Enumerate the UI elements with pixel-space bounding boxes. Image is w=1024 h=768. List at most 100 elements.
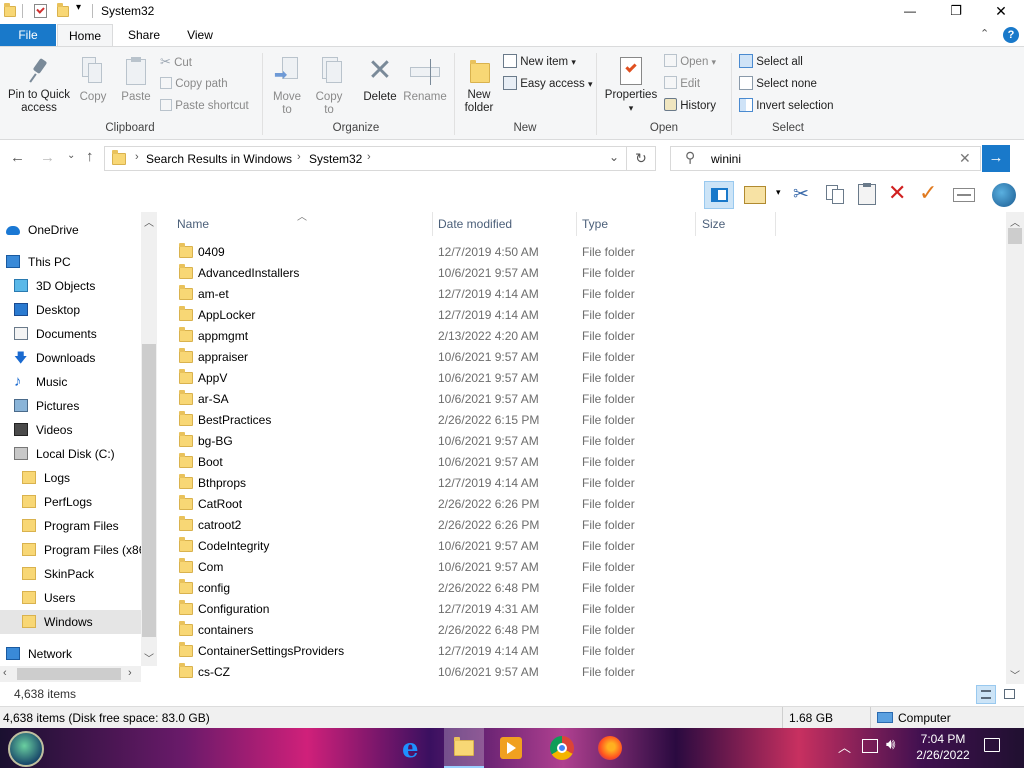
column-header-type[interactable]: Type xyxy=(575,212,695,236)
minimize-button[interactable]: — xyxy=(887,1,933,23)
select-none-button[interactable]: Select none xyxy=(739,74,817,94)
file-explorer-taskbar-button[interactable] xyxy=(444,728,484,768)
table-row[interactable]: containers 2/26/2022 6:48 PM File folder xyxy=(157,620,997,641)
open-button[interactable]: Open ▾ xyxy=(664,52,716,72)
sidebar-item-onedrive[interactable]: OneDrive xyxy=(0,218,141,242)
delete-button[interactable]: ✕ Delete xyxy=(360,53,400,104)
scroll-down-icon[interactable]: ﹀ xyxy=(144,650,154,665)
cut-button[interactable]: ✂ Cut xyxy=(160,52,192,72)
table-row[interactable]: BestPractices 2/26/2022 6:15 PM File folde… xyxy=(157,410,997,431)
rename-button[interactable]: Rename xyxy=(402,53,448,104)
table-row[interactable]: config 2/26/2022 6:48 PM File folder xyxy=(157,578,997,599)
address-dropdown-icon[interactable]: ⌄ xyxy=(609,150,619,164)
easy-access-button[interactable]: Easy access ▾ xyxy=(503,74,593,94)
forward-arrow-icon[interactable]: → xyxy=(40,149,55,166)
volume-icon[interactable]: 🔊︎ xyxy=(886,736,895,753)
file-scrollbar-thumb[interactable] xyxy=(1008,228,1022,244)
breadcrumb-system32[interactable]: System32 xyxy=(309,152,362,166)
new-folder-quick-icon[interactable] xyxy=(57,3,69,17)
collapse-ribbon-icon[interactable]: ⌃ xyxy=(980,27,989,40)
internet-explorer-icon[interactable]: e xyxy=(402,734,419,764)
details-view-button[interactable] xyxy=(976,685,996,704)
sidebar-item-pictures[interactable]: Pictures xyxy=(0,394,141,418)
sidebar-item-perflogs[interactable]: PerfLogs xyxy=(0,490,141,514)
nav-hscroll-thumb[interactable] xyxy=(17,668,121,680)
paste-shortcut-button[interactable]: Paste shortcut xyxy=(160,96,249,116)
search-input[interactable]: winini xyxy=(711,152,741,166)
media-player-icon[interactable] xyxy=(500,737,522,759)
nav-vertical-scrollbar[interactable]: ︿ ﹀ xyxy=(141,212,157,666)
table-row[interactable]: Com 10/6/2021 9:57 AM File folder xyxy=(157,557,997,578)
table-row[interactable]: AppV 10/6/2021 9:57 AM File folder xyxy=(157,368,997,389)
new-folder-button[interactable]: New folder xyxy=(460,53,498,115)
view-options-dropdown-icon[interactable]: ▾ xyxy=(776,187,781,198)
tab-view[interactable]: View xyxy=(172,24,228,46)
paste-button[interactable]: Paste xyxy=(118,53,154,104)
scroll-down-icon[interactable]: ﹀ xyxy=(1010,667,1020,682)
sidebar-item-music[interactable]: ♪ Music xyxy=(0,370,141,394)
paste-icon[interactable] xyxy=(858,183,876,205)
address-bar[interactable]: › Search Results in Windows › System32 ›… xyxy=(104,146,656,171)
network-status-icon[interactable] xyxy=(862,739,878,753)
start-orb-icon[interactable] xyxy=(8,731,44,767)
table-row[interactable]: 0409 12/7/2019 4:50 AM File folder xyxy=(157,242,997,263)
firefox-icon[interactable] xyxy=(598,736,622,760)
table-row[interactable]: ContainerSettingsProviders 12/7/2019 4:14… xyxy=(157,641,997,662)
sidebar-item-windows[interactable]: Windows xyxy=(0,610,141,634)
up-arrow-icon[interactable]: ↑ xyxy=(86,148,94,165)
copy-button[interactable]: Copy xyxy=(76,53,110,104)
help-icon[interactable]: ? xyxy=(1003,27,1019,43)
close-button[interactable]: ✕ xyxy=(978,1,1024,23)
breadcrumb-chevron-icon[interactable]: › xyxy=(367,151,371,163)
action-center-icon[interactable] xyxy=(984,738,1000,752)
column-divider[interactable] xyxy=(775,212,776,236)
sidebar-item-documents[interactable]: Documents xyxy=(0,322,141,346)
copy-path-button[interactable]: Copy path xyxy=(160,74,228,94)
large-icons-view-button[interactable] xyxy=(1000,685,1020,704)
sidebar-item-desktop[interactable]: Desktop xyxy=(0,298,141,322)
tab-home[interactable]: Home xyxy=(57,24,113,47)
table-row[interactable]: appmgmt 2/13/2022 4:20 AM File folder xyxy=(157,326,997,347)
column-header-name[interactable]: Name xyxy=(170,212,432,236)
refresh-icon[interactable]: ↻ xyxy=(626,146,656,171)
scroll-up-icon[interactable]: ︿ xyxy=(144,214,154,229)
edit-button[interactable]: Edit xyxy=(664,74,700,94)
sidebar-item-local-disk-c[interactable]: Local Disk (C:) xyxy=(0,442,141,466)
clear-search-icon[interactable]: ✕ xyxy=(959,150,971,167)
search-go-button[interactable]: → xyxy=(982,145,1010,172)
rename-icon[interactable] xyxy=(953,188,975,202)
table-row[interactable]: appraiser 10/6/2021 9:57 AM File folder xyxy=(157,347,997,368)
table-row[interactable]: Bthprops 12/7/2019 4:14 AM File folder xyxy=(157,473,997,494)
sidebar-item-users[interactable]: Users xyxy=(0,586,141,610)
scroll-right-icon[interactable]: › xyxy=(128,667,132,679)
back-arrow-icon[interactable]: ← xyxy=(10,149,25,166)
table-row[interactable]: Configuration 12/7/2019 4:31 AM File folde… xyxy=(157,599,997,620)
show-hidden-icons-chevron-icon[interactable]: ︿ xyxy=(838,737,851,756)
recent-locations-chevron-icon[interactable]: ⌄ xyxy=(67,150,75,161)
table-row[interactable]: CodeIntegrity 10/6/2021 9:57 AM File folde… xyxy=(157,536,997,557)
quick-access-dropdown-icon[interactable]: ▾ xyxy=(76,2,81,13)
scroll-up-icon[interactable]: ︿ xyxy=(1010,214,1020,229)
scroll-left-icon[interactable]: ‹ xyxy=(3,667,7,679)
sidebar-item-this-pc[interactable]: This PC xyxy=(0,250,141,274)
nav-scrollbar-thumb[interactable] xyxy=(142,344,156,637)
sidebar-item-skinpack[interactable]: SkinPack xyxy=(0,562,141,586)
tab-share[interactable]: Share xyxy=(116,24,172,46)
clock[interactable]: 7:04 PM 2/26/2022 xyxy=(912,731,974,763)
table-row[interactable]: catroot2 2/26/2022 6:26 PM File folder xyxy=(157,515,997,536)
delete-x-icon[interactable]: ✕ xyxy=(888,180,906,206)
table-row[interactable]: AppLocker 12/7/2019 4:14 AM File folder xyxy=(157,305,997,326)
table-row[interactable]: cs-CZ 10/6/2021 9:57 AM File folder xyxy=(157,662,997,683)
history-button[interactable]: History xyxy=(664,96,716,116)
chrome-icon[interactable] xyxy=(550,736,574,760)
preview-pane-button[interactable] xyxy=(704,181,734,209)
table-row[interactable]: CatRoot 2/26/2022 6:26 PM File folder xyxy=(157,494,997,515)
move-to-button[interactable]: ➡ Move to xyxy=(268,53,306,117)
scissors-icon[interactable]: ✂ xyxy=(793,183,809,206)
pin-quick-access-button[interactable]: Pin to Quick access xyxy=(6,53,72,115)
table-row[interactable]: AdvancedInstallers 10/6/2021 9:57 AM File … xyxy=(157,263,997,284)
breadcrumb-search-results[interactable]: Search Results in Windows xyxy=(146,152,292,166)
sidebar-item-network[interactable]: Network xyxy=(0,642,141,666)
properties-quick-icon[interactable] xyxy=(34,4,47,18)
file-list-vertical-scrollbar[interactable]: ︿ ﹀ xyxy=(1006,212,1024,684)
